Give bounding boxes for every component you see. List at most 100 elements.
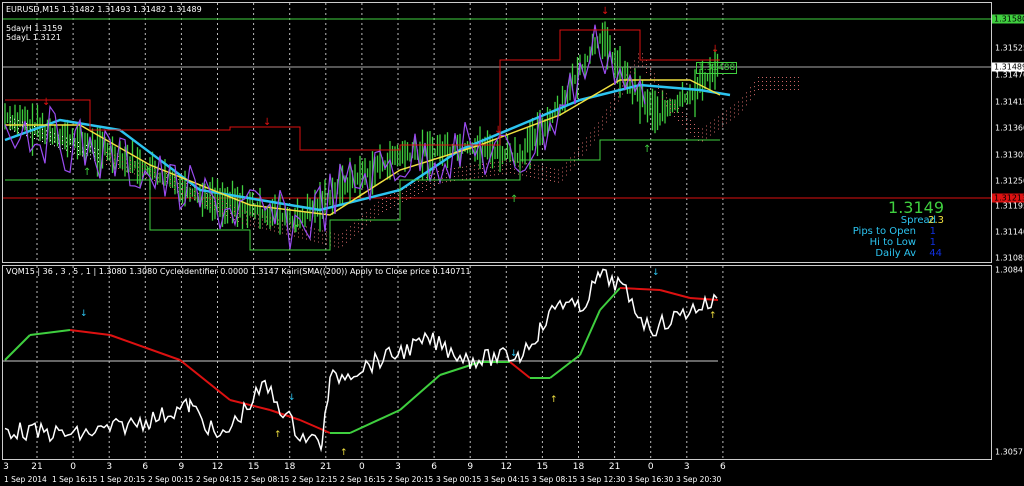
cloud-dot (690, 128, 691, 129)
cloud-dot (526, 171, 527, 173)
cloud-dot (322, 242, 323, 244)
cloud-dot (442, 177, 443, 179)
cloud-dot (182, 189, 183, 190)
cloud-dot (406, 199, 407, 200)
cloud-dot (582, 154, 583, 156)
cloud-dot (54, 137, 55, 139)
cloud-dot (678, 116, 679, 117)
cloud-dot (274, 226, 275, 228)
cloud-dot (606, 121, 607, 123)
cloud-dot (606, 109, 607, 111)
cloud-dot (730, 115, 731, 117)
cloud-dot (562, 171, 563, 173)
cloud-dot (334, 233, 335, 235)
cloud-dot (462, 166, 463, 168)
cloud-dot (346, 229, 347, 231)
cloud-dot (430, 187, 431, 188)
signal-arrow: ↓ (80, 309, 88, 319)
cloud-dot (318, 237, 319, 239)
cloud-dot (530, 168, 531, 169)
cloud-dot (174, 177, 175, 178)
cloud-dot (610, 110, 611, 112)
cloud-dot (554, 180, 555, 182)
cloud-dot (546, 175, 547, 177)
signal-arrow: ↑ (643, 144, 651, 155)
cloud-dot (54, 141, 55, 143)
cloud-dot (574, 152, 575, 154)
price-tick: 1.31250 (995, 176, 1024, 186)
cloud-dot (354, 222, 355, 224)
cloud-dot (718, 116, 719, 118)
cloud-dot (190, 197, 191, 198)
cloud-dot (486, 175, 487, 177)
cloud-dot (586, 145, 587, 147)
cloud-dot (126, 170, 127, 172)
cloud-dot (210, 199, 211, 200)
cloud-dot (362, 223, 363, 225)
cloud-dot (506, 164, 507, 166)
cloud-dot (286, 229, 287, 231)
cloud-dot (702, 140, 703, 142)
cloud-dot (206, 197, 207, 198)
cloud-dot (594, 131, 595, 133)
hour-tick: 6 (142, 462, 149, 472)
cloud-dot (370, 216, 371, 218)
cloud-dot (598, 130, 599, 132)
cloud-dot (250, 220, 251, 222)
cloud-dot (282, 232, 283, 234)
cloud-dot (478, 172, 479, 174)
cloud-dot (206, 201, 207, 202)
cloud-dot (414, 191, 415, 192)
cloud-dot (86, 144, 87, 146)
signal-arrow: ↓ (510, 349, 518, 359)
cloud-dot (178, 183, 179, 184)
cloud-dot (34, 138, 35, 139)
cloud-dot (410, 189, 411, 190)
cloud-dot (62, 140, 63, 142)
cloud-dot (430, 183, 431, 184)
cloud-dot (466, 170, 467, 172)
cloud-dot (386, 209, 387, 210)
cloud-dot (286, 233, 287, 235)
cloud-dot (702, 128, 703, 130)
price-tick: 1.31415 (995, 97, 1024, 107)
cloud-dot (526, 163, 527, 165)
cloud-dot (222, 209, 223, 210)
cloud-dot (218, 207, 219, 208)
signal-line (349, 409, 401, 434)
cloud-dot (598, 126, 599, 128)
cloud-dot (74, 152, 75, 154)
cloud-dot (782, 81, 783, 82)
cloud-dot (566, 170, 567, 172)
cloud-dot (226, 203, 227, 204)
cloud-dot (690, 120, 691, 121)
cloud-dot (174, 185, 175, 186)
cloud-dot (458, 167, 459, 169)
cloud-dot (410, 197, 411, 198)
hour-tick: 9 (178, 462, 185, 472)
cloud-dot (50, 131, 51, 133)
cloud-dot (622, 93, 623, 95)
date-tick: 3 Sep 00:15 (436, 475, 482, 484)
cloud-dot (242, 214, 243, 216)
cloud-dot (178, 179, 179, 180)
cloud-dot (646, 72, 647, 73)
signal-arrow: ↓ (494, 125, 502, 136)
cloud-dot (34, 134, 35, 135)
cloud-dot (118, 160, 119, 161)
cloud-dot (702, 132, 703, 134)
cloud-dot (494, 162, 495, 164)
cloud-dot (746, 100, 747, 102)
cloud-dot (558, 169, 559, 171)
hour-tick: 0 (359, 462, 365, 472)
channel-upper (5, 29, 720, 151)
cloud-dot (394, 205, 395, 206)
cloud-dot (502, 169, 503, 171)
cloud-dot (210, 207, 211, 208)
date-tick: 3 Sep 08:15 (532, 475, 578, 484)
cloud-dot (170, 187, 171, 188)
cloud-dot (614, 95, 615, 97)
cloud-dot (770, 81, 771, 82)
cloud-dot (582, 142, 583, 144)
cloud-dot (766, 89, 767, 90)
